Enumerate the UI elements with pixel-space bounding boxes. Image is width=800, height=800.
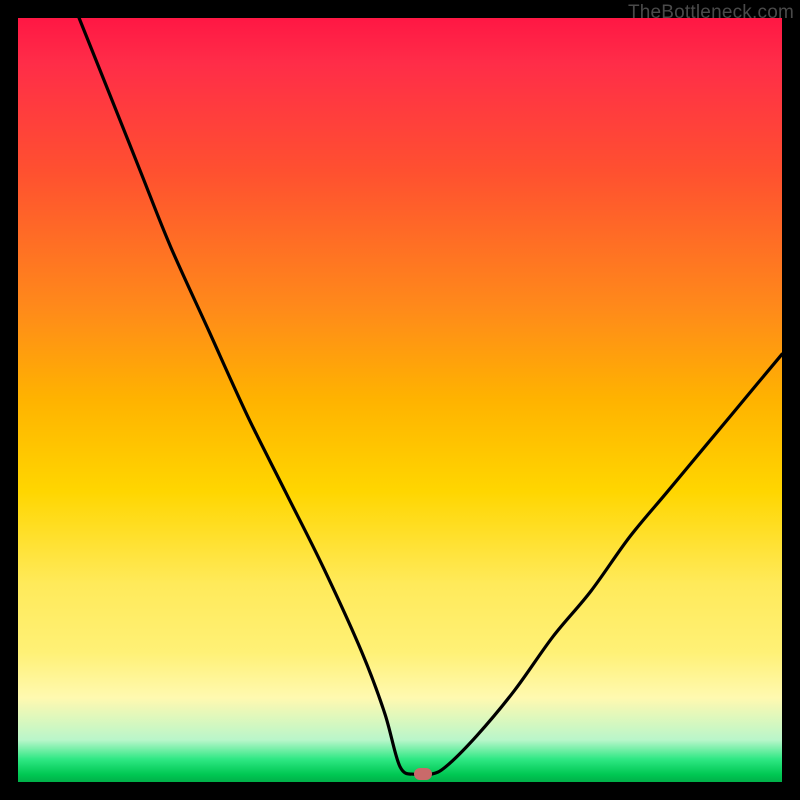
bottleneck-curve [18, 18, 782, 782]
optimal-marker [414, 768, 432, 780]
chart-frame: TheBottleneck.com [0, 0, 800, 800]
plot-area [18, 18, 782, 782]
watermark-text: TheBottleneck.com [628, 2, 794, 24]
